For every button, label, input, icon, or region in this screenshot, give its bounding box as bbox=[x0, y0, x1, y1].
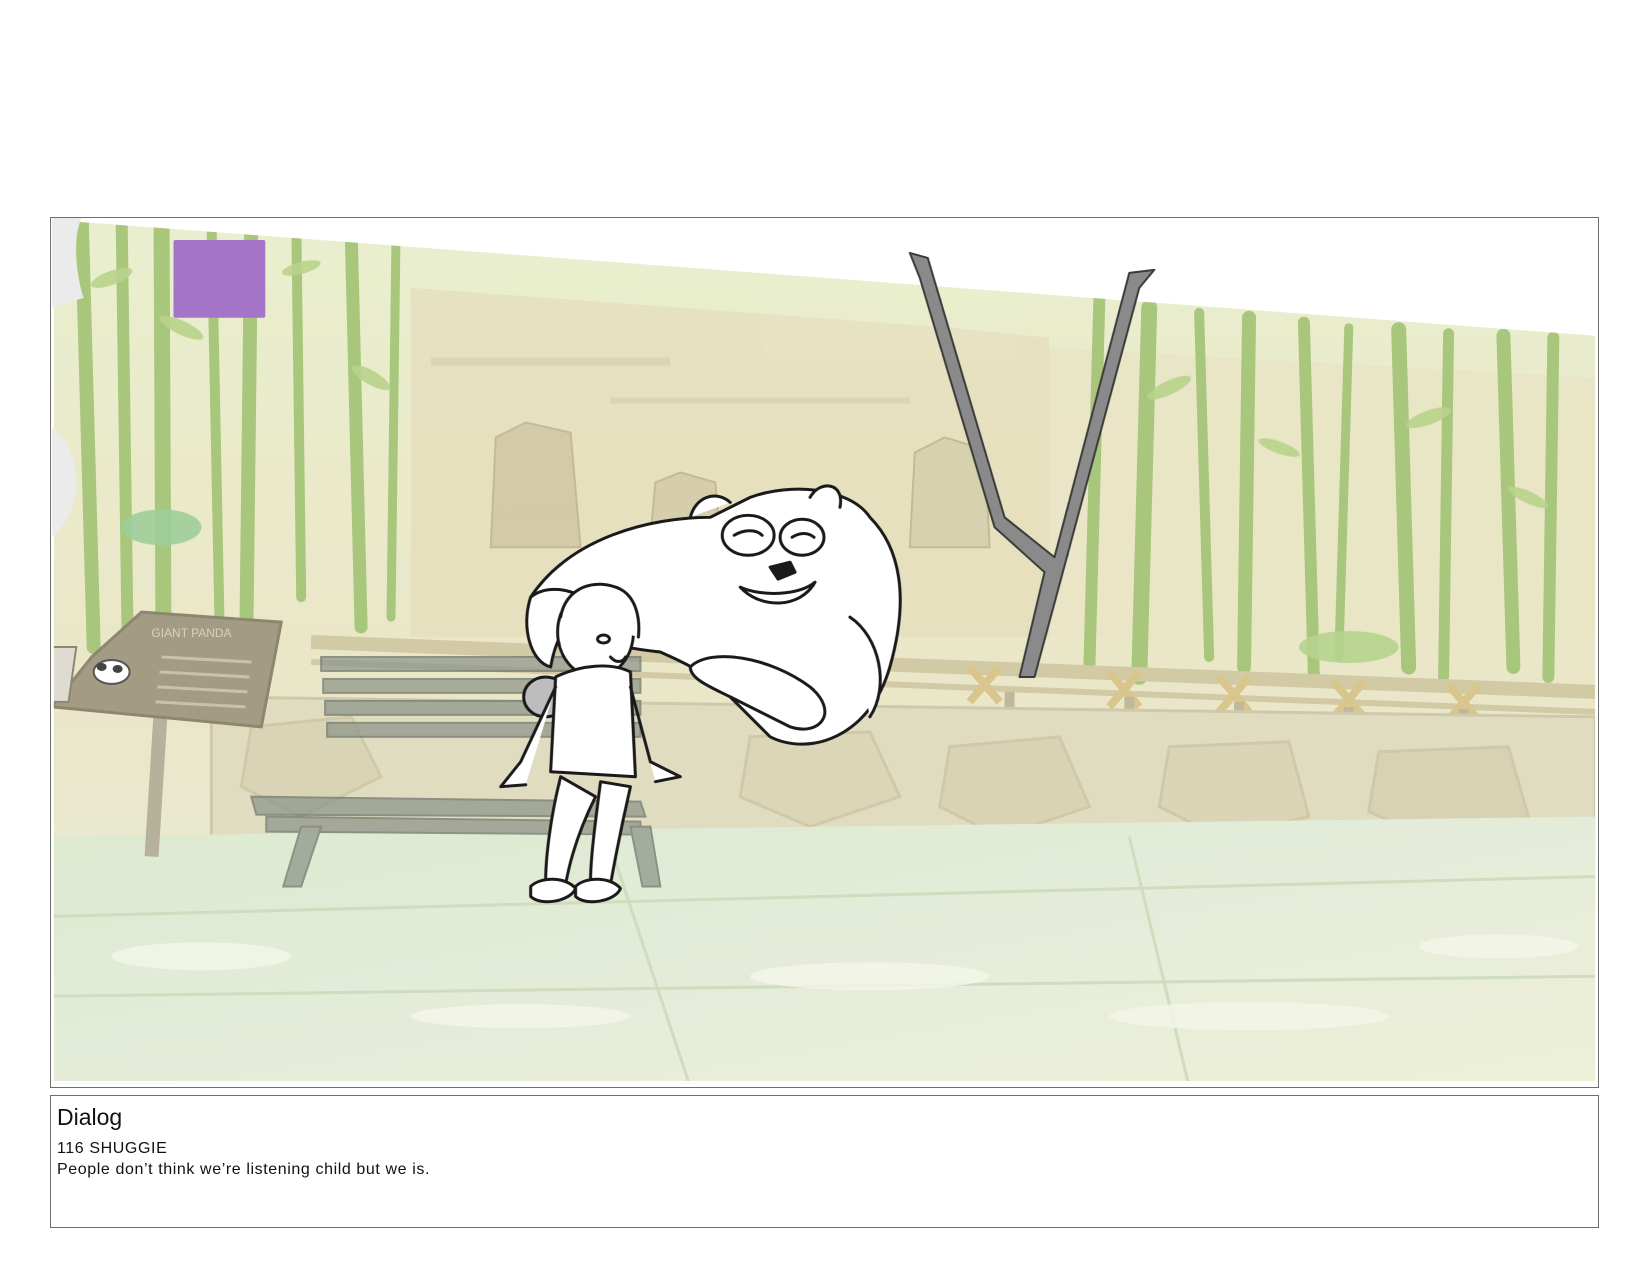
sign-label: GIANT PANDA bbox=[151, 626, 231, 640]
dialog-box: Dialog 116 SHUGGIE People don’t think we… bbox=[50, 1095, 1599, 1228]
dialog-heading: Dialog bbox=[57, 1104, 123, 1130]
dialog-speaker-line: 116 SHUGGIE bbox=[57, 1140, 168, 1157]
dialog-text-line: People don’t think we’re listening child… bbox=[57, 1161, 431, 1178]
panel-artwork: GIANT PANDA bbox=[51, 218, 1596, 1082]
color-marker bbox=[173, 239, 266, 318]
storyboard-panel: GIANT PANDA bbox=[50, 217, 1599, 1088]
